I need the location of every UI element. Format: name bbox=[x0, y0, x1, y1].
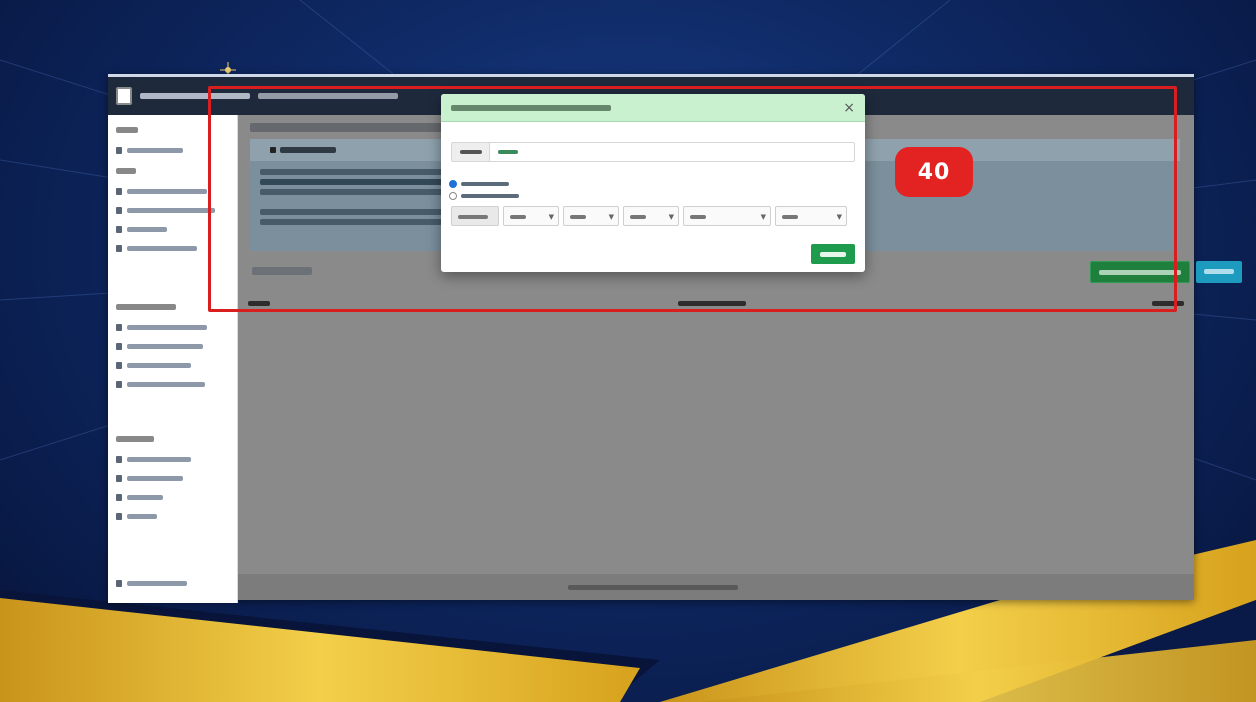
sidebar-item[interactable] bbox=[116, 507, 229, 526]
sidebar-footer-item[interactable] bbox=[116, 574, 187, 593]
folder-icon bbox=[116, 343, 122, 350]
users-icon bbox=[116, 513, 122, 520]
grid-icon bbox=[116, 475, 122, 482]
sidebar-item[interactable] bbox=[116, 337, 229, 356]
secondary-action-button[interactable] bbox=[1196, 261, 1242, 283]
sidebar-item[interactable] bbox=[116, 450, 229, 469]
sidebar-section-title bbox=[116, 436, 154, 442]
sidebar-item[interactable] bbox=[116, 318, 229, 337]
stats-icon bbox=[116, 494, 122, 501]
sidebar-section-title bbox=[116, 168, 136, 174]
sidebar-item[interactable] bbox=[116, 469, 229, 488]
clock-icon bbox=[116, 362, 122, 369]
page-footer bbox=[238, 574, 1194, 600]
list-icon bbox=[116, 207, 122, 214]
pin-icon bbox=[116, 226, 122, 233]
user-icon bbox=[116, 324, 122, 331]
highlight-frame bbox=[208, 86, 1177, 312]
settings-icon bbox=[116, 580, 122, 587]
sidebar-item[interactable] bbox=[116, 375, 229, 394]
chart-icon bbox=[116, 456, 122, 463]
logo-icon[interactable] bbox=[116, 87, 132, 105]
chat-icon bbox=[116, 381, 122, 388]
calendar-icon bbox=[116, 245, 122, 252]
sidebar-item[interactable] bbox=[116, 356, 229, 375]
home-icon bbox=[116, 147, 122, 154]
sidebar-section-title bbox=[116, 304, 176, 310]
sidebar-section-title bbox=[116, 127, 138, 133]
document-icon bbox=[116, 188, 122, 195]
sidebar-item[interactable] bbox=[116, 488, 229, 507]
step-badge: 40 bbox=[895, 147, 973, 197]
